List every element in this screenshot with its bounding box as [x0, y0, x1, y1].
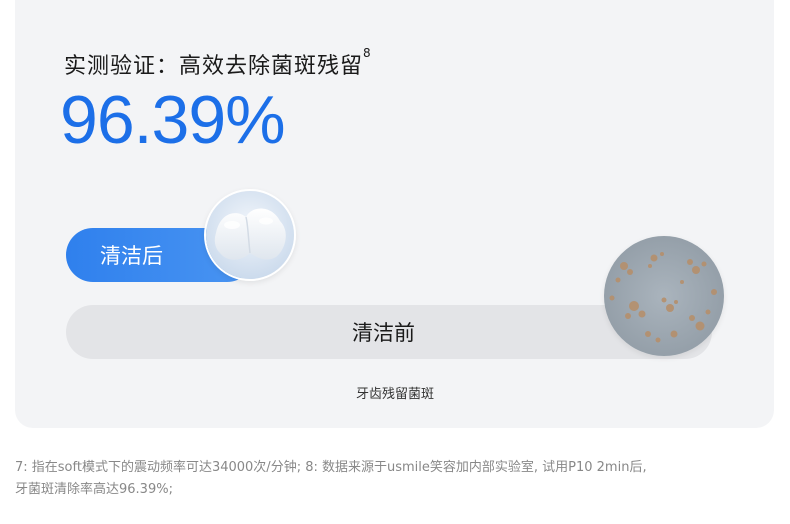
image-caption: 牙齿残留菌斑: [355, 387, 434, 402]
footnote-line-2: 牙菌斑清除率高达96.39%;: [15, 482, 173, 497]
headline-text: 实测验证：高效去除菌斑残留: [64, 54, 364, 79]
headline: 实测验证：高效去除菌斑残留8: [64, 46, 372, 80]
clean-tooth-image: [204, 189, 296, 281]
bar-before-label: 清洁前: [352, 321, 415, 345]
plaque-microscope-image: [604, 236, 724, 356]
footnote-line-1: 7: 指在soft模式下的震动频率可达34000次/分钟; 8: 数据来源于us…: [15, 460, 647, 475]
footnote: 7: 指在soft模式下的震动频率可达34000次/分钟; 8: 数据来源于us…: [15, 457, 785, 501]
footnote-mark: 8: [363, 46, 372, 60]
result-percentage: 96.39%: [60, 82, 286, 158]
bar-after-label: 清洁后: [100, 244, 163, 268]
